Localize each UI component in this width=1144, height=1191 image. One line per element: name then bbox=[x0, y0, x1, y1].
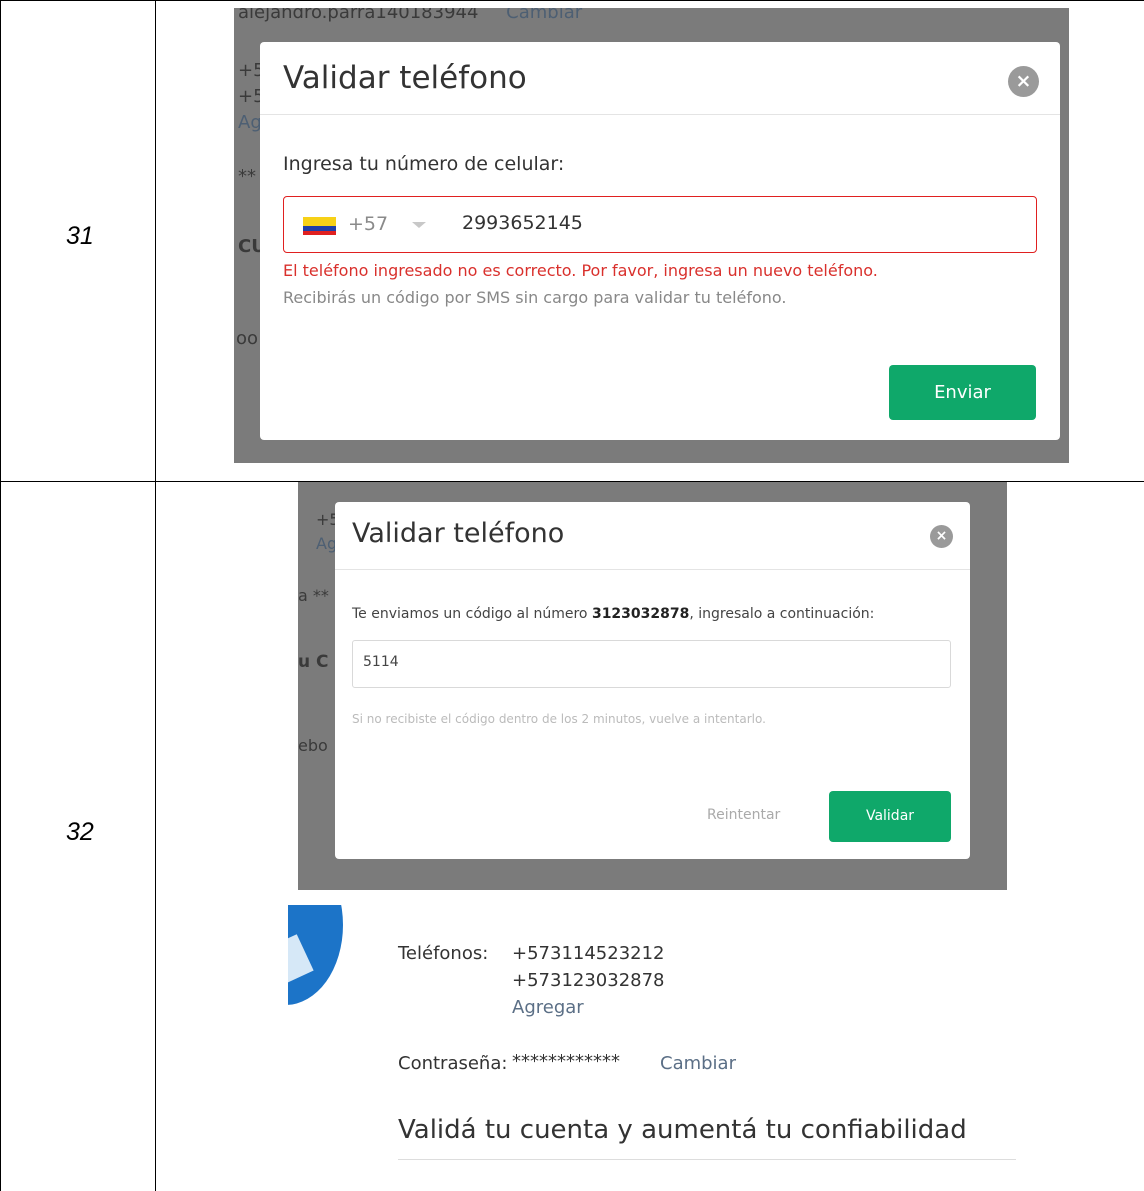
password-value: ************ bbox=[512, 1051, 620, 1072]
phone-input-group: +57 2993652145 bbox=[283, 196, 1037, 253]
screenshot-code-validation: +5 Ag a ** u C ebo Validar teléfono × Te… bbox=[298, 482, 1007, 890]
add-phone-link[interactable]: Agregar bbox=[512, 997, 584, 1018]
step-number-32: 32 bbox=[66, 818, 94, 846]
send-button[interactable]: Enviar bbox=[889, 365, 1036, 420]
validate-code-modal: Validar teléfono × Te enviamos un código… bbox=[335, 502, 970, 859]
table-border-left bbox=[0, 0, 1, 1191]
table-column-divider bbox=[155, 0, 156, 1191]
password-label: Contraseña: bbox=[398, 1053, 508, 1074]
code-sent-message: Te enviamos un código al número 31230328… bbox=[352, 606, 875, 622]
retry-hint: Si no recibiste el código dentro de los … bbox=[352, 712, 766, 726]
table-border-top bbox=[0, 0, 1144, 1]
code-input[interactable]: 5114 bbox=[352, 640, 951, 688]
colombia-flag-icon[interactable] bbox=[303, 217, 336, 235]
close-icon[interactable]: × bbox=[1008, 66, 1039, 97]
background-username: alejandro.parra140183944 Cambiar bbox=[238, 8, 582, 23]
sent-phone-number: 3123032878 bbox=[591, 606, 690, 622]
background-fragment: ** bbox=[238, 166, 256, 187]
country-code-select[interactable]: +57 bbox=[348, 213, 388, 235]
code-value: 5114 bbox=[363, 654, 399, 670]
avatar bbox=[288, 905, 343, 1005]
phone-label: Ingresa tu número de celular: bbox=[283, 153, 565, 175]
background-change-link[interactable]: Cambiar bbox=[506, 8, 582, 23]
close-icon[interactable]: × bbox=[930, 525, 953, 548]
modal-header: Validar teléfono × bbox=[260, 42, 1060, 115]
sms-hint: Recibirás un código por SMS sin cargo pa… bbox=[283, 288, 787, 307]
modal-header: Validar teléfono × bbox=[335, 502, 970, 570]
chevron-down-icon[interactable] bbox=[412, 222, 426, 228]
section-heading: Validá tu cuenta y aumentá tu confiabili… bbox=[398, 1115, 967, 1145]
background-fragment: a ** bbox=[298, 586, 329, 605]
phones-label: Teléfonos: bbox=[398, 943, 489, 964]
validate-button[interactable]: Validar bbox=[829, 791, 951, 842]
validate-phone-modal: Validar teléfono × Ingresa tu número de … bbox=[260, 42, 1060, 440]
background-fragment: u C bbox=[298, 652, 329, 672]
step-number-31: 31 bbox=[66, 222, 94, 250]
screenshot-profile: Teléfonos: +573114523212 +573123032878 A… bbox=[288, 905, 1028, 1191]
divider bbox=[398, 1159, 1016, 1160]
phone-item: +573123032878 bbox=[512, 970, 665, 991]
background-fragment: oo bbox=[236, 328, 259, 349]
modal-title: Validar teléfono bbox=[352, 518, 565, 549]
phone-input[interactable]: 2993652145 bbox=[462, 212, 583, 234]
background-fragment: Ag bbox=[238, 112, 262, 133]
phone-item: +573114523212 bbox=[512, 943, 665, 964]
screenshot-phone-entry: alejandro.parra140183944 Cambiar +5 +5 A… bbox=[234, 8, 1069, 463]
background-fragment: ebo bbox=[298, 736, 328, 755]
change-password-link[interactable]: Cambiar bbox=[660, 1053, 736, 1074]
background-fragment: Ag bbox=[316, 534, 338, 553]
error-message: El teléfono ingresado no es correcto. Po… bbox=[283, 261, 878, 280]
modal-title: Validar teléfono bbox=[283, 60, 527, 96]
retry-link[interactable]: Reintentar bbox=[707, 807, 780, 823]
